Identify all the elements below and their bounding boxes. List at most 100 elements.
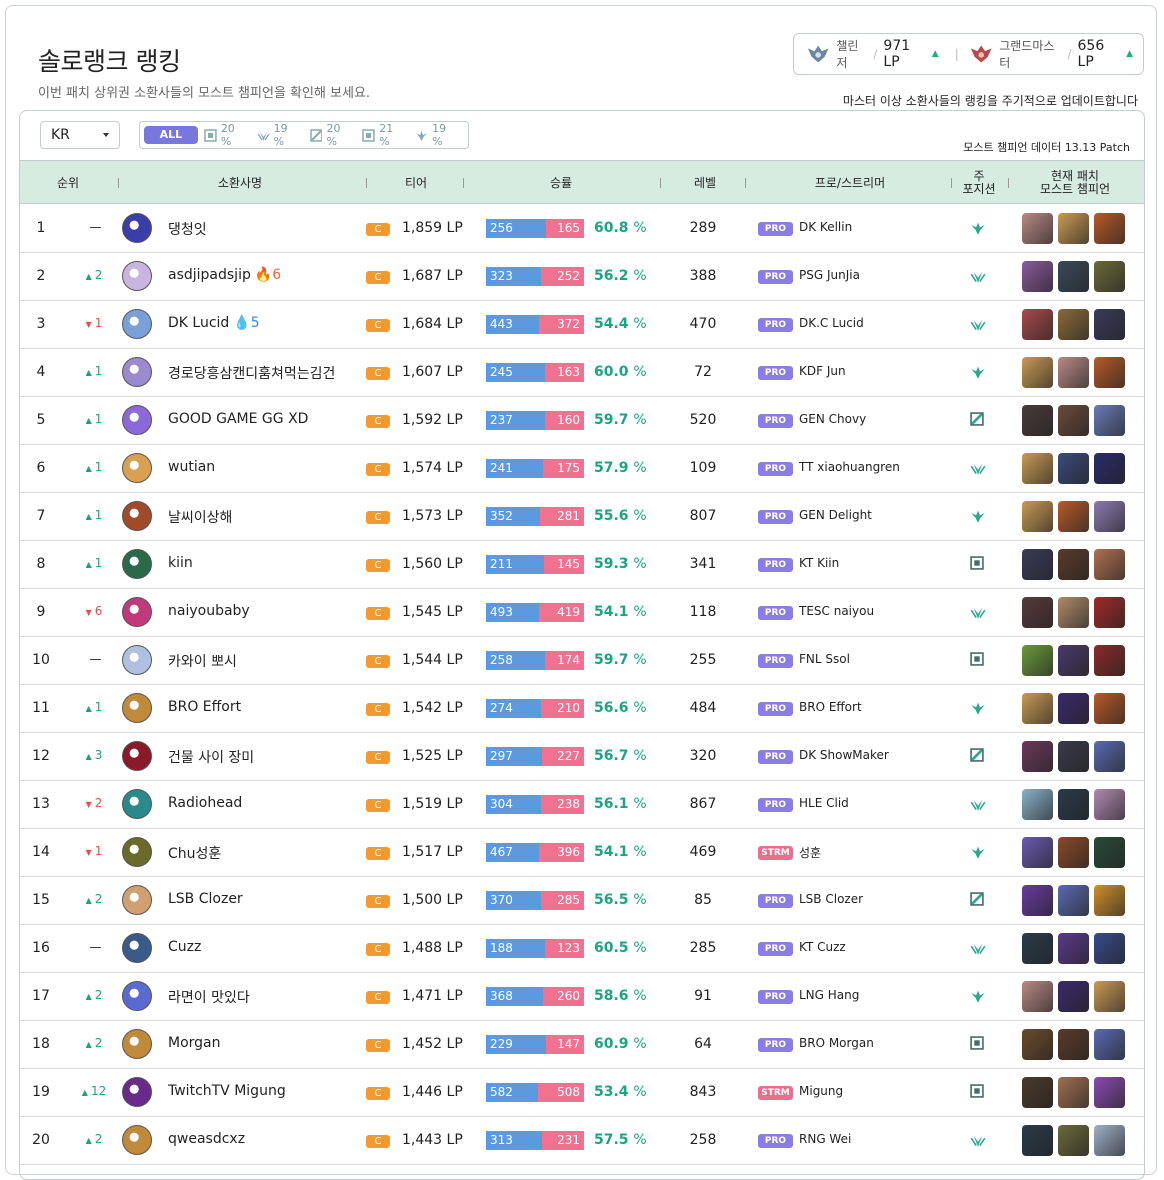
champion-icon[interactable] <box>1094 741 1125 772</box>
avatar[interactable] <box>122 981 152 1011</box>
champion-icon[interactable] <box>1094 837 1125 868</box>
summoner-name[interactable]: kiin <box>168 555 193 571</box>
champion-icon[interactable] <box>1058 837 1089 868</box>
summoner-name[interactable]: TwitchTV Migung <box>168 1083 286 1099</box>
filter-mid[interactable]: 20 % <box>309 122 355 148</box>
table-row[interactable]: 11 ▲ 1 BRO Effort C 1,542 LP 274 210 56.6 … <box>20 685 1144 733</box>
pro-name[interactable]: KDF Jun <box>799 364 846 378</box>
avatar[interactable] <box>122 837 152 867</box>
summoner-name[interactable]: qweasdcxz <box>168 1131 245 1147</box>
avatar[interactable] <box>122 741 152 771</box>
champion-icon[interactable] <box>1022 837 1053 868</box>
col-summoner[interactable]: 소환사명 <box>180 161 300 205</box>
champion-icon[interactable] <box>1094 981 1125 1012</box>
pro-name[interactable]: HLE Clid <box>799 796 849 810</box>
summoner-name[interactable]: LSB Clozer <box>168 891 243 907</box>
champion-icon[interactable] <box>1058 501 1089 532</box>
champion-icon[interactable] <box>1058 261 1089 292</box>
pro-name[interactable]: GEN Delight <box>799 508 872 522</box>
summoner-name[interactable]: Chu성훈 <box>168 843 221 863</box>
champion-icon[interactable] <box>1058 213 1089 244</box>
avatar[interactable] <box>122 789 152 819</box>
champion-icon[interactable] <box>1094 789 1125 820</box>
avatar[interactable] <box>122 1029 152 1059</box>
table-row[interactable]: 4 ▲ 1 경로당흥삼캔디훔쳐먹는김건 C 1,607 LP 245 163 60.… <box>20 349 1144 397</box>
pro-name[interactable]: BRO Morgan <box>799 1036 874 1050</box>
summoner-name[interactable]: wutian <box>168 459 215 475</box>
col-rank[interactable]: 순위 <box>38 161 98 205</box>
filter-jungle[interactable]: 19 % <box>257 122 302 148</box>
pro-name[interactable]: LSB Clozer <box>799 892 863 906</box>
filter-all-button[interactable]: ALL <box>144 126 198 144</box>
table-row[interactable]: 7 ▲ 1 날씨이상해 C 1,573 LP 352 281 55.6 % 807 … <box>20 493 1144 541</box>
champion-icon[interactable] <box>1094 261 1125 292</box>
avatar[interactable] <box>122 549 152 579</box>
table-row[interactable]: 16 — Cuzz C 1,488 LP 188 123 60.5 % 285 P… <box>20 925 1144 973</box>
champion-icon[interactable] <box>1058 309 1089 340</box>
champion-icon[interactable] <box>1022 1125 1053 1156</box>
avatar[interactable] <box>122 597 152 627</box>
champion-icon[interactable] <box>1094 933 1125 964</box>
avatar[interactable] <box>122 885 152 915</box>
avatar[interactable] <box>122 1077 152 1107</box>
champion-icon[interactable] <box>1058 1029 1089 1060</box>
champion-icon[interactable] <box>1058 933 1089 964</box>
table-row[interactable]: 17 ▲ 2 라면이 맛있다 C 1,471 LP 368 260 58.6 % 9… <box>20 973 1144 1021</box>
filter-top[interactable]: 20 % <box>204 122 249 148</box>
table-row[interactable]: 18 ▲ 2 Morgan C 1,452 LP 229 147 60.9 % 64… <box>20 1021 1144 1069</box>
col-winloss[interactable]: 승률 <box>531 161 591 205</box>
champion-icon[interactable] <box>1058 789 1089 820</box>
summoner-name[interactable]: 라면이 맛있다 <box>168 987 250 1007</box>
champion-icon[interactable] <box>1022 645 1053 676</box>
champion-icon[interactable] <box>1022 693 1053 724</box>
champion-icon[interactable] <box>1058 885 1089 916</box>
summoner-name[interactable]: asdjipadsjip 🔥6 <box>168 267 281 283</box>
col-tier[interactable]: 티어 <box>386 161 446 205</box>
summoner-name[interactable]: Morgan <box>168 1035 221 1051</box>
champion-icon[interactable] <box>1058 549 1089 580</box>
champion-icon[interactable] <box>1022 789 1053 820</box>
pro-name[interactable]: RNG Wei <box>799 1132 851 1146</box>
champion-icon[interactable] <box>1058 645 1089 676</box>
champion-icon[interactable] <box>1094 549 1125 580</box>
champion-icon[interactable] <box>1022 357 1053 388</box>
champion-icon[interactable] <box>1094 645 1125 676</box>
pro-name[interactable]: Migung <box>799 1084 843 1098</box>
champion-icon[interactable] <box>1058 453 1089 484</box>
champion-icon[interactable] <box>1022 453 1053 484</box>
champion-icon[interactable] <box>1058 597 1089 628</box>
avatar[interactable] <box>122 645 152 675</box>
champion-icon[interactable] <box>1094 357 1125 388</box>
pro-name[interactable]: KT Kiin <box>799 556 839 570</box>
champion-icon[interactable] <box>1094 405 1125 436</box>
champion-icon[interactable] <box>1022 981 1053 1012</box>
table-row[interactable]: 19 ▲ 12 TwitchTV Migung C 1,446 LP 582 508… <box>20 1069 1144 1117</box>
table-row[interactable]: 13 ▼ 2 Radiohead C 1,519 LP 304 238 56.1 %… <box>20 781 1144 829</box>
avatar[interactable] <box>122 309 152 339</box>
avatar[interactable] <box>122 357 152 387</box>
champion-icon[interactable] <box>1094 693 1125 724</box>
champion-icon[interactable] <box>1094 213 1125 244</box>
champion-icon[interactable] <box>1022 597 1053 628</box>
pro-name[interactable]: DK.C Lucid <box>799 316 864 330</box>
champion-icon[interactable] <box>1022 309 1053 340</box>
champion-icon[interactable] <box>1094 597 1125 628</box>
avatar[interactable] <box>122 1125 152 1155</box>
champion-icon[interactable] <box>1022 885 1053 916</box>
champion-icon[interactable] <box>1094 1077 1125 1108</box>
champion-icon[interactable] <box>1022 933 1053 964</box>
champion-icon[interactable] <box>1022 261 1053 292</box>
pro-name[interactable]: GEN Chovy <box>799 412 866 426</box>
avatar[interactable] <box>122 501 152 531</box>
champion-icon[interactable] <box>1022 213 1053 244</box>
summoner-name[interactable]: 날씨이상해 <box>168 507 232 527</box>
summoner-name[interactable]: DK Lucid 💧5 <box>168 315 260 331</box>
champion-icon[interactable] <box>1022 549 1053 580</box>
summoner-name[interactable]: GOOD GAME GG XD <box>168 411 308 427</box>
avatar[interactable] <box>122 405 152 435</box>
pro-name[interactable]: LNG Hang <box>799 988 859 1002</box>
table-row[interactable]: 20 ▲ 2 qweasdcxz C 1,443 LP 313 231 57.5 %… <box>20 1117 1144 1165</box>
table-row[interactable]: 6 ▲ 1 wutian C 1,574 LP 241 175 57.9 % 109… <box>20 445 1144 493</box>
champion-icon[interactable] <box>1094 1125 1125 1156</box>
champion-icon[interactable] <box>1094 885 1125 916</box>
